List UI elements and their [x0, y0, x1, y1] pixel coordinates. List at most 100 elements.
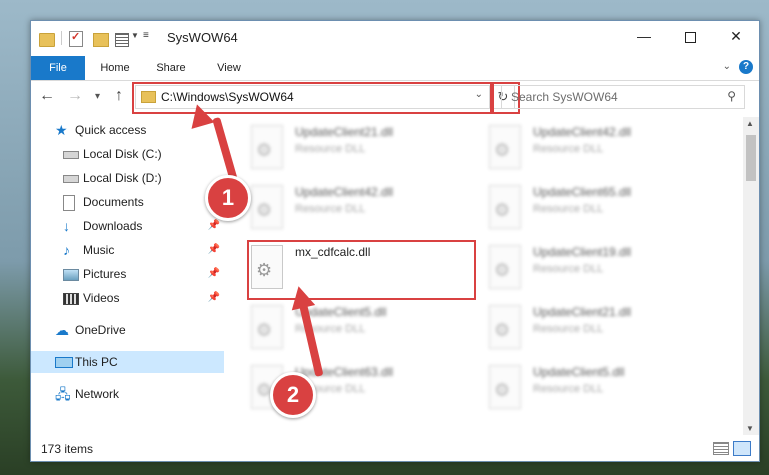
tab-share[interactable]: Share [149, 56, 193, 80]
sidebar-item-label: Documents [83, 195, 144, 209]
new-folder-icon[interactable] [93, 33, 109, 47]
address-bar[interactable]: C:\Windows\SysWOW64 ⌄ [135, 85, 490, 109]
sidebar-item-label: Music [83, 243, 115, 257]
folder-icon[interactable] [39, 33, 55, 47]
drive-icon [63, 151, 79, 159]
pin-icon[interactable]: 📌 [208, 239, 220, 261]
sidebar-item-label: Local Disk (C:) [83, 147, 162, 161]
sidebar-item-label: Pictures [83, 267, 127, 281]
pin-icon[interactable]: 📌 [208, 287, 220, 309]
up-button[interactable]: ↑ [115, 87, 123, 105]
file-item[interactable]: UpdateClient21.dll Resource DLL [229, 121, 449, 177]
sidebar-item-pictures[interactable]: Pictures 📌 [31, 263, 224, 285]
file-name: UpdateClient21.dll [295, 125, 394, 139]
file-item[interactable]: UpdateClient65.dll Resource DLL [467, 181, 687, 237]
sidebar-item-local-disk-d[interactable]: Local Disk (D:) [31, 167, 224, 189]
sidebar-item-label: Downloads [83, 219, 143, 233]
dll-file-icon [489, 305, 521, 349]
sidebar-item-videos[interactable]: Videos 📌 [31, 287, 224, 309]
file-name: UpdateClient5.dll [533, 365, 625, 379]
view-options-icon[interactable] [115, 33, 129, 47]
sidebar-item-documents[interactable]: Documents [31, 191, 224, 213]
file-type: Resource DLL [533, 143, 604, 155]
dll-file-icon [489, 185, 521, 229]
sidebar-item-onedrive[interactable]: ☁ OneDrive [31, 319, 224, 341]
sidebar-item-downloads[interactable]: ↓ Downloads 📌 [31, 215, 224, 237]
cloud-icon: ☁ [55, 322, 69, 338]
large-icons-view-icon[interactable] [733, 441, 751, 456]
tab-file[interactable]: File [31, 56, 85, 80]
file-name: UpdateClient42.dll [533, 125, 632, 139]
details-view-icon[interactable] [713, 442, 729, 455]
tab-home[interactable]: Home [93, 56, 137, 80]
tab-view[interactable]: View [207, 56, 251, 80]
navigation-pane: ★ Quick access Local Disk (C:) Local Dis… [31, 117, 227, 435]
quick-access-separator [61, 31, 62, 45]
dll-file-icon [251, 185, 283, 229]
explorer-window: ▼ ≡ SysWOW64 — ✕ File Home Share View ⌄ … [30, 20, 760, 462]
minimize-button[interactable]: — [621, 21, 667, 51]
network-icon: 🖧 [55, 386, 71, 402]
sidebar-item-label: Videos [83, 291, 120, 305]
vertical-scrollbar[interactable]: ▲ ▼ [743, 117, 759, 435]
music-icon: ♪ [63, 242, 70, 258]
search-icon[interactable]: ⚲ [727, 89, 736, 103]
maximize-button[interactable] [667, 21, 713, 51]
chevron-down-icon[interactable]: ⌄ [475, 89, 483, 100]
dll-file-icon [251, 305, 283, 349]
scroll-thumb[interactable] [746, 135, 756, 181]
customize-toolbar-icon[interactable]: ≡ [143, 30, 149, 41]
file-type: Resource DLL [533, 263, 604, 275]
sidebar-item-network[interactable]: 🖧 Network [31, 383, 224, 405]
file-name: UpdateClient63.dll [295, 365, 394, 379]
navigation-bar: ← → ▾ ↑ C:\Windows\SysWOW64 ⌄ ↻ Search S… [31, 82, 759, 114]
file-item[interactable]: UpdateClient21.dll Resource DLL [467, 301, 687, 357]
help-icon[interactable]: ? [739, 60, 753, 74]
dll-file-icon [489, 365, 521, 409]
file-type: Resource DLL [295, 203, 366, 215]
sidebar-item-this-pc[interactable]: This PC [31, 351, 224, 373]
sidebar-item-music[interactable]: ♪ Music 📌 [31, 239, 224, 261]
scroll-down-icon[interactable]: ▼ [746, 424, 754, 433]
scroll-up-icon[interactable]: ▲ [746, 119, 754, 128]
status-bar: 173 items [31, 437, 759, 461]
address-path[interactable]: C:\Windows\SysWOW64 [161, 90, 294, 104]
forward-button[interactable]: → [67, 87, 83, 105]
expand-ribbon-icon[interactable]: ⌄ [723, 61, 731, 72]
file-type: Resource DLL [295, 143, 366, 155]
sidebar-item-label: OneDrive [75, 323, 126, 337]
file-item-highlighted[interactable]: mx_cdfcalc.dll [229, 241, 449, 297]
file-item[interactable]: UpdateClient63.dll Resource DLL [229, 361, 449, 417]
close-button[interactable]: ✕ [713, 21, 759, 51]
step-badge-1: 1 [205, 175, 251, 221]
window-title: SysWOW64 [167, 30, 238, 45]
ribbon-tabs: File Home Share View ⌄ ? [31, 56, 759, 81]
back-button[interactable]: ← [39, 87, 55, 105]
file-item[interactable]: UpdateClient5.dll Resource DLL [229, 301, 449, 357]
file-item[interactable]: UpdateClient42.dll Resource DLL [467, 121, 687, 177]
file-type: Resource DLL [533, 383, 604, 395]
pin-icon[interactable]: 📌 [208, 263, 220, 285]
file-item[interactable]: UpdateClient5.dll Resource DLL [467, 361, 687, 417]
file-item[interactable]: UpdateClient42.dll Resource DLL [229, 181, 449, 237]
videos-icon [63, 293, 79, 305]
dll-file-icon [489, 245, 521, 289]
star-icon: ★ [55, 122, 68, 138]
sidebar-item-local-disk-c[interactable]: Local Disk (C:) [31, 143, 224, 165]
sidebar-item-label: This PC [75, 355, 118, 369]
dll-file-icon [489, 125, 521, 169]
search-placeholder: Search SysWOW64 [511, 90, 618, 104]
item-count: 173 items [41, 442, 94, 456]
file-item[interactable]: UpdateClient19.dll Resource DLL [467, 241, 687, 297]
sidebar-item-label: Quick access [75, 123, 147, 137]
folder-icon [141, 91, 156, 103]
file-name: UpdateClient42.dll [295, 185, 394, 199]
dll-file-icon [251, 245, 283, 289]
chevron-down-icon[interactable]: ▼ [131, 31, 139, 40]
properties-icon[interactable] [69, 30, 83, 47]
download-icon: ↓ [63, 218, 70, 234]
search-input[interactable]: Search SysWOW64 ⚲ [501, 85, 745, 109]
file-type: Resource DLL [533, 203, 604, 215]
recent-locations-button[interactable]: ▾ [95, 91, 100, 102]
documents-icon [63, 195, 75, 211]
